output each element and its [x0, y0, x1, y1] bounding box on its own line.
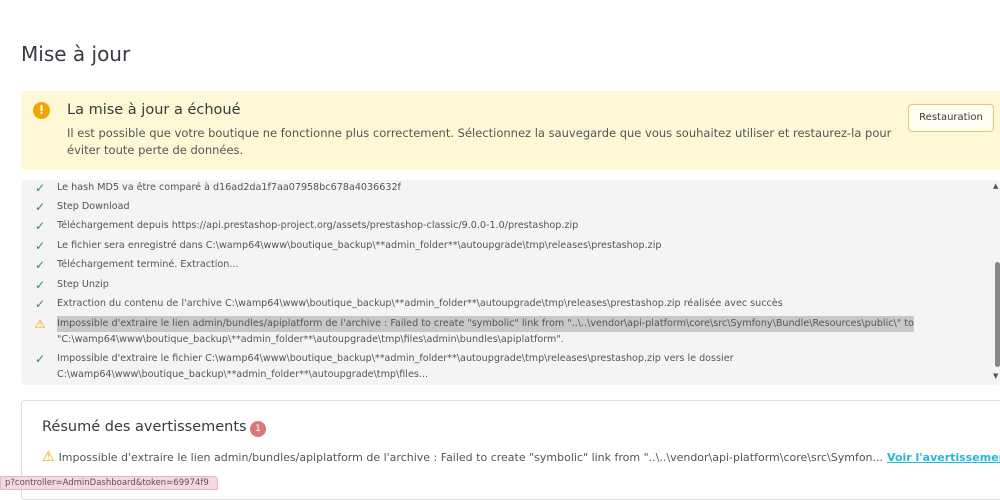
check-icon: ✓ — [34, 352, 46, 366]
check-icon: ✓ — [34, 278, 46, 292]
alert-title: La mise à jour a échoué — [67, 102, 241, 118]
summary-title: Résumé des avertissements — [42, 419, 247, 435]
warning-icon: ⚠ — [34, 317, 46, 331]
exclamation-icon: ! — [33, 102, 50, 119]
check-icon: ✓ — [34, 219, 46, 233]
check-icon: ✓ — [34, 258, 46, 272]
restore-button[interactable]: Restauration — [908, 104, 994, 132]
page-title: Mise à jour — [21, 42, 131, 66]
warning-count-badge: 1 — [250, 421, 266, 437]
check-icon: ✓ — [34, 181, 46, 195]
update-failed-alert: ! La mise à jour a échoué Il est possibl… — [21, 91, 1000, 170]
check-icon: ✓ — [34, 239, 46, 253]
upgrade-log: ✓ Le hash MD5 va être comparé à d16ad2da1… — [21, 180, 1000, 385]
log-scrollbar[interactable]: ▲ ▼ — [993, 180, 1000, 385]
scroll-up-icon[interactable]: ▲ — [993, 182, 998, 190]
scroll-down-icon[interactable]: ▼ — [993, 372, 998, 380]
warning-icon: ⚠ — [42, 449, 55, 465]
view-warning-link[interactable]: Voir l'avertissement — [887, 451, 1000, 464]
summary-warning: ⚠ Impossible d'extraire le lien admin/bun… — [42, 449, 1000, 465]
check-icon: ✓ — [34, 200, 46, 214]
scrollbar-thumb[interactable] — [995, 262, 1000, 367]
alert-message: Il est possible que votre boutique ne fo… — [67, 126, 892, 157]
check-icon: ✓ — [34, 297, 46, 311]
